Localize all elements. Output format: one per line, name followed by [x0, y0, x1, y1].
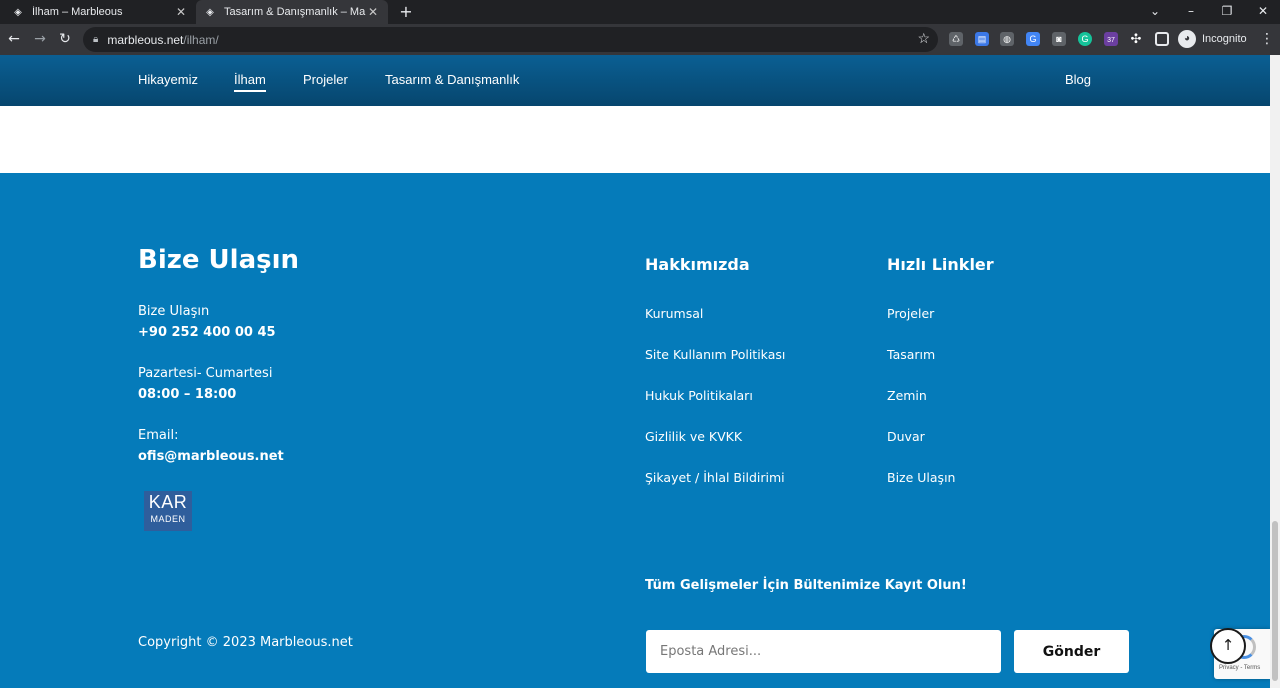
newsletter-submit-button[interactable]: Gönder: [1014, 630, 1129, 673]
incognito-label: Incognito: [1202, 33, 1247, 45]
browser-tab-bar: ◈ İlham – Marbleous ✕ ◈ Tasarım & Danışm…: [0, 0, 1280, 24]
about-link-kurumsal[interactable]: Kurumsal: [645, 306, 703, 321]
site-navigation: Hikayemiz İlham Projeler Tasarım & Danış…: [0, 55, 1270, 106]
browser-tab-tasarim[interactable]: ◈ Tasarım & Danışmanlık – Marbleous ✕: [196, 0, 388, 24]
email-label: Email:: [138, 428, 179, 443]
hours-label: Pazartesi- Cumartesi: [138, 366, 273, 381]
page-viewport: Hikayemiz İlham Projeler Tasarım & Danış…: [0, 55, 1270, 688]
browser-toolbar: ← → ↻ 🔒︎ marbleous.net/ilham/ ☆ ♺ ▤ ◍ G …: [0, 24, 1280, 55]
extension-grammarly-icon[interactable]: G: [1078, 32, 1092, 46]
logo-line1: KAR: [148, 492, 188, 512]
extension-recycle-icon[interactable]: ♺: [949, 32, 963, 46]
newsletter-email-input[interactable]: [646, 630, 1001, 673]
page-scrollbar[interactable]: [1270, 55, 1280, 688]
about-link-gizlilik[interactable]: Gizlilik ve KVKK: [645, 429, 742, 444]
lock-icon: 🔒︎: [93, 34, 99, 45]
copyright-text: Copyright © 2023 Marbleous.net: [138, 635, 353, 650]
back-arrow-icon[interactable]: ←: [4, 29, 24, 49]
site-favicon-icon: ◈: [206, 6, 214, 18]
nav-ilham[interactable]: İlham: [234, 72, 266, 92]
url-host: marbleous.net: [107, 32, 184, 47]
site-footer: Bize Ulaşın Bize Ulaşın +90 252 400 00 4…: [0, 173, 1270, 688]
scrollbar-thumb[interactable]: [1272, 521, 1278, 681]
quick-link-duvar[interactable]: Duvar: [887, 429, 925, 444]
about-link-sikayet[interactable]: Şikayet / İhlal Bildirimi: [645, 470, 785, 485]
about-link-site-kullanim[interactable]: Site Kullanım Politikası: [645, 347, 785, 362]
forward-arrow-icon[interactable]: →: [30, 29, 50, 49]
tab-close-icon[interactable]: ✕: [366, 5, 380, 19]
footer-heading: Bize Ulaşın: [138, 245, 300, 275]
tab-title: İlham – Marbleous: [32, 6, 123, 18]
nav-projeler[interactable]: Projeler: [303, 72, 348, 87]
quick-link-bize-ulasin[interactable]: Bize Ulaşın: [887, 470, 955, 485]
tab-close-icon[interactable]: ✕: [174, 5, 188, 19]
arrow-up-icon: ↑: [1221, 636, 1235, 654]
hours-value: 08:00 – 18:00: [138, 387, 237, 402]
email-address[interactable]: ofis@marbleous.net: [138, 449, 284, 464]
new-tab-button[interactable]: +: [397, 2, 415, 22]
kar-maden-logo[interactable]: KAR MADEN: [144, 491, 192, 531]
reload-icon[interactable]: ↻: [55, 29, 75, 49]
address-bar[interactable]: 🔒︎ marbleous.net/ilham/ ☆: [83, 27, 938, 52]
extension-badge-icon[interactable]: 37: [1104, 32, 1118, 46]
logo-line2: MADEN: [150, 514, 186, 524]
newsletter-title: Tüm Gelişmeler İçin Bültenimize Kayıt Ol…: [645, 578, 967, 593]
bookmark-star-icon[interactable]: ☆: [917, 30, 930, 47]
incognito-icon: ◕: [1178, 30, 1196, 48]
about-title: Hakkımızda: [645, 255, 750, 274]
url-path: /ilham/: [183, 32, 219, 47]
quick-link-tasarim[interactable]: Tasarım: [887, 347, 935, 362]
extension-docs-icon[interactable]: ▤: [975, 32, 989, 46]
quick-link-zemin[interactable]: Zemin: [887, 388, 927, 403]
recaptcha-text[interactable]: Privacy - Terms: [1219, 665, 1260, 671]
tab-title: Tasarım & Danışmanlık – Marbleous: [224, 6, 366, 18]
nav-blog[interactable]: Blog: [1065, 72, 1091, 87]
extensions-puzzle-icon[interactable]: ✣: [1129, 32, 1143, 46]
extension-badge-count: 37: [1107, 37, 1115, 44]
browser-tab-ilham[interactable]: ◈ İlham – Marbleous ✕: [4, 0, 196, 24]
quick-links-title: Hızlı Linkler: [887, 255, 994, 274]
nav-hikayemiz[interactable]: Hikayemiz: [138, 72, 198, 87]
scroll-to-top-button[interactable]: ↑: [1210, 628, 1246, 664]
tab-search-icon[interactable]: ⌄: [1138, 0, 1172, 24]
close-window-button[interactable]: ✕: [1246, 0, 1280, 24]
browser-menu-icon[interactable]: ⋮: [1257, 29, 1277, 49]
extension-camera-icon[interactable]: ◙: [1052, 32, 1066, 46]
phone-label: Bize Ulaşın: [138, 304, 210, 319]
minimize-button[interactable]: –: [1174, 0, 1208, 24]
extension-globe-icon[interactable]: ◍: [1000, 32, 1014, 46]
extension-translate-icon[interactable]: G: [1026, 32, 1040, 46]
side-panel-icon[interactable]: [1155, 32, 1169, 46]
site-favicon-icon: ◈: [14, 6, 22, 18]
quick-link-projeler[interactable]: Projeler: [887, 306, 934, 321]
restore-button[interactable]: ❐: [1210, 0, 1244, 24]
nav-tasarim-danismanlik[interactable]: Tasarım & Danışmanlık: [385, 72, 519, 87]
incognito-indicator[interactable]: ◕ Incognito: [1178, 29, 1247, 49]
about-link-hukuk[interactable]: Hukuk Politikaları: [645, 388, 753, 403]
phone-number[interactable]: +90 252 400 00 45: [138, 325, 276, 340]
